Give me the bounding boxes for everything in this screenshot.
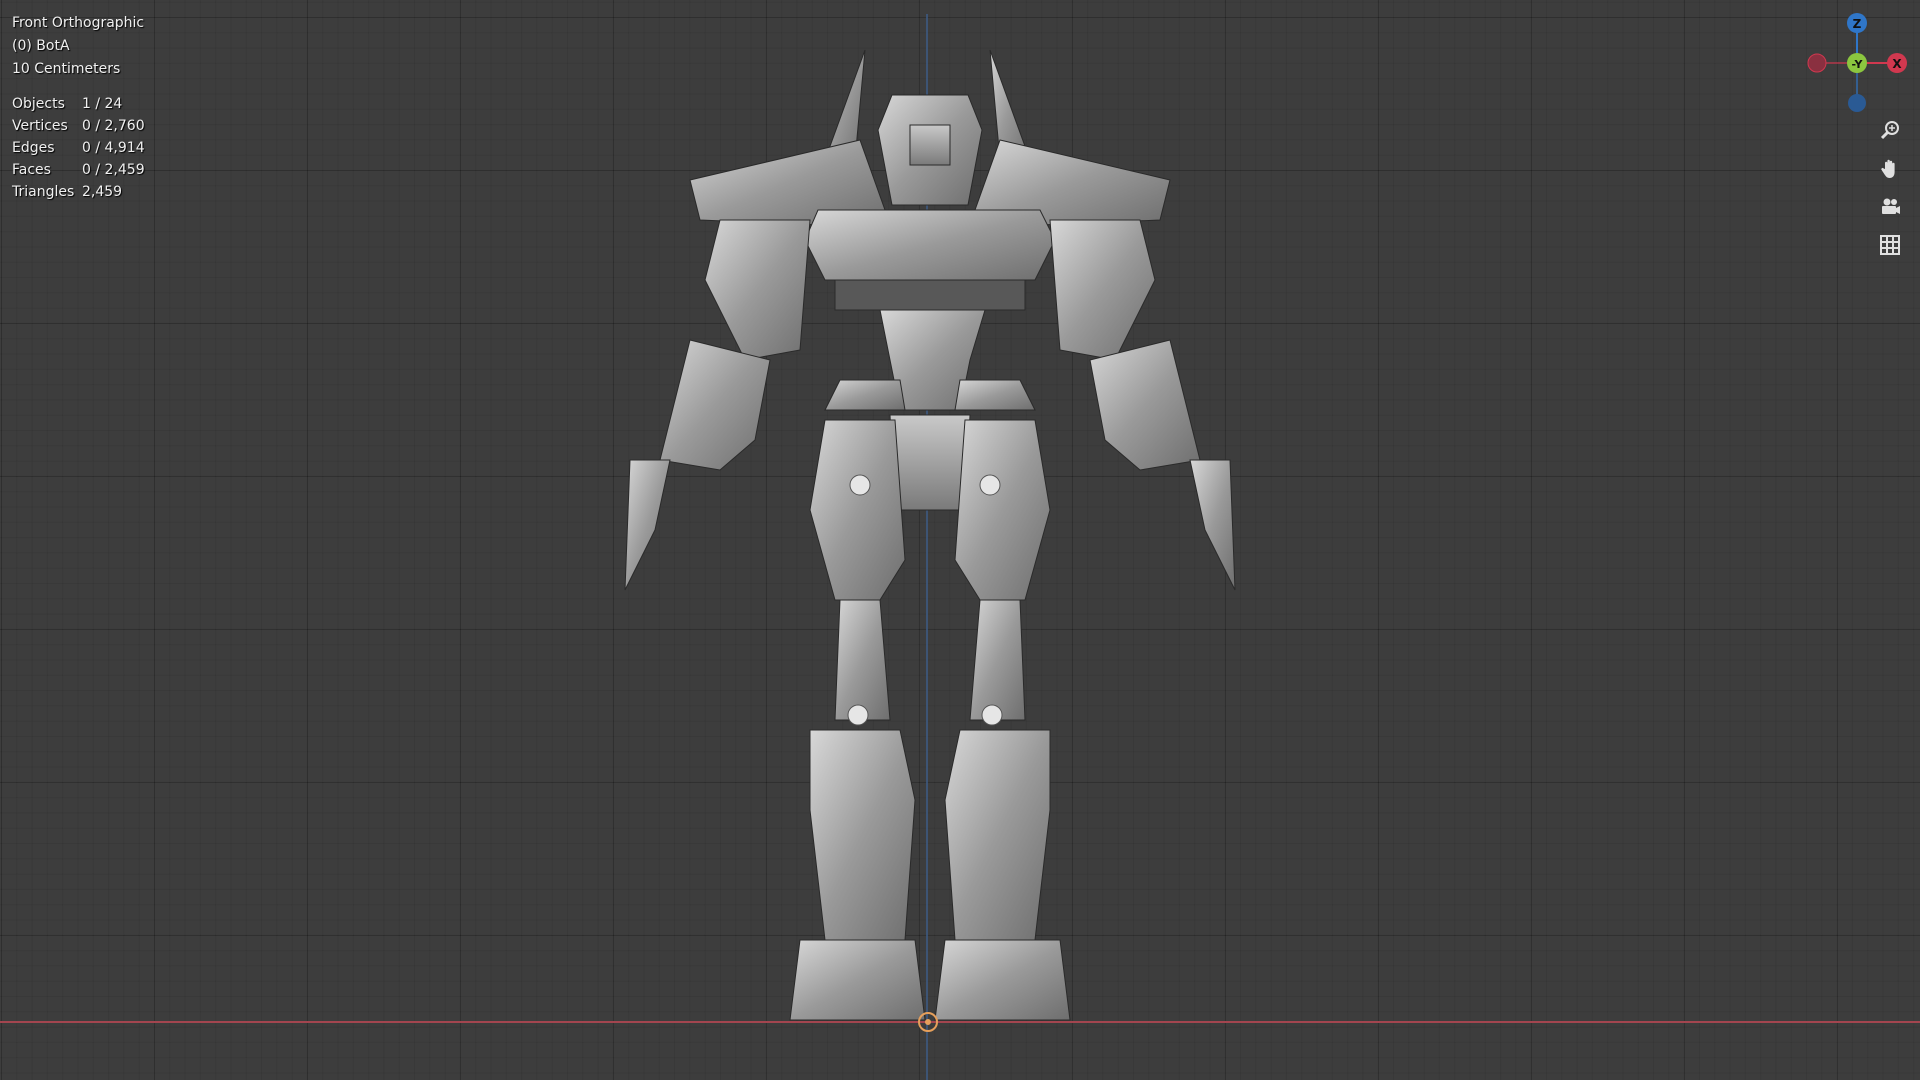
gizmo-y-label: -Y — [1852, 58, 1864, 71]
3d-viewport[interactable]: Front Orthographic (0) BotA 10 Centimete… — [0, 0, 1920, 1080]
stat-row-objects: Objects 1 / 24 — [12, 93, 145, 115]
camera-view-button[interactable] — [1873, 190, 1907, 224]
stat-label: Triangles — [12, 184, 75, 200]
stat-row-triangles: Triangles 2,459 — [12, 181, 145, 203]
grid-icon — [1880, 235, 1900, 255]
camera-icon — [1882, 198, 1900, 214]
viewport-info-overlay: Front Orthographic (0) BotA 10 Centimete… — [12, 12, 145, 203]
stat-label: Faces — [12, 162, 51, 178]
gizmo-neg-x-handle[interactable] — [1807, 53, 1827, 73]
navigation-gizmo[interactable]: Z X -Y — [1800, 10, 1910, 120]
stat-label: Vertices — [12, 118, 68, 134]
hand-icon — [1881, 159, 1895, 178]
pan-button[interactable] — [1873, 152, 1907, 186]
stat-row-faces: Faces 0 / 2,459 — [12, 159, 145, 181]
stat-label: Edges — [12, 140, 55, 156]
zoom-icon — [1880, 121, 1899, 140]
stat-value: 0 / 2,459 — [82, 162, 145, 178]
scene-statistics: Objects 1 / 24 Vertices 0 / 2,760 Edges … — [12, 93, 145, 203]
stat-value: 0 / 2,760 — [82, 118, 145, 134]
toggle-ortho-button[interactable] — [1873, 228, 1907, 262]
zoom-button[interactable] — [1873, 114, 1907, 148]
stat-value: 1 / 24 — [82, 96, 123, 112]
active-object-name: (0) BotA — [12, 38, 70, 54]
stat-value: 0 / 4,914 — [82, 140, 145, 156]
robot-model[interactable] — [570, 40, 1290, 1040]
gizmo-z-label: Z — [1853, 17, 1862, 31]
gizmo-neg-z-handle[interactable] — [1848, 94, 1866, 112]
stat-value: 2,459 — [82, 184, 123, 200]
gizmo-x-label: X — [1892, 57, 1902, 71]
grid-scale: 10 Centimeters — [12, 61, 121, 77]
stat-row-edges: Edges 0 / 4,914 — [12, 137, 145, 159]
stat-label: Objects — [12, 96, 65, 112]
view-name: Front Orthographic — [12, 15, 145, 31]
stat-row-vertices: Vertices 0 / 2,760 — [12, 115, 145, 137]
